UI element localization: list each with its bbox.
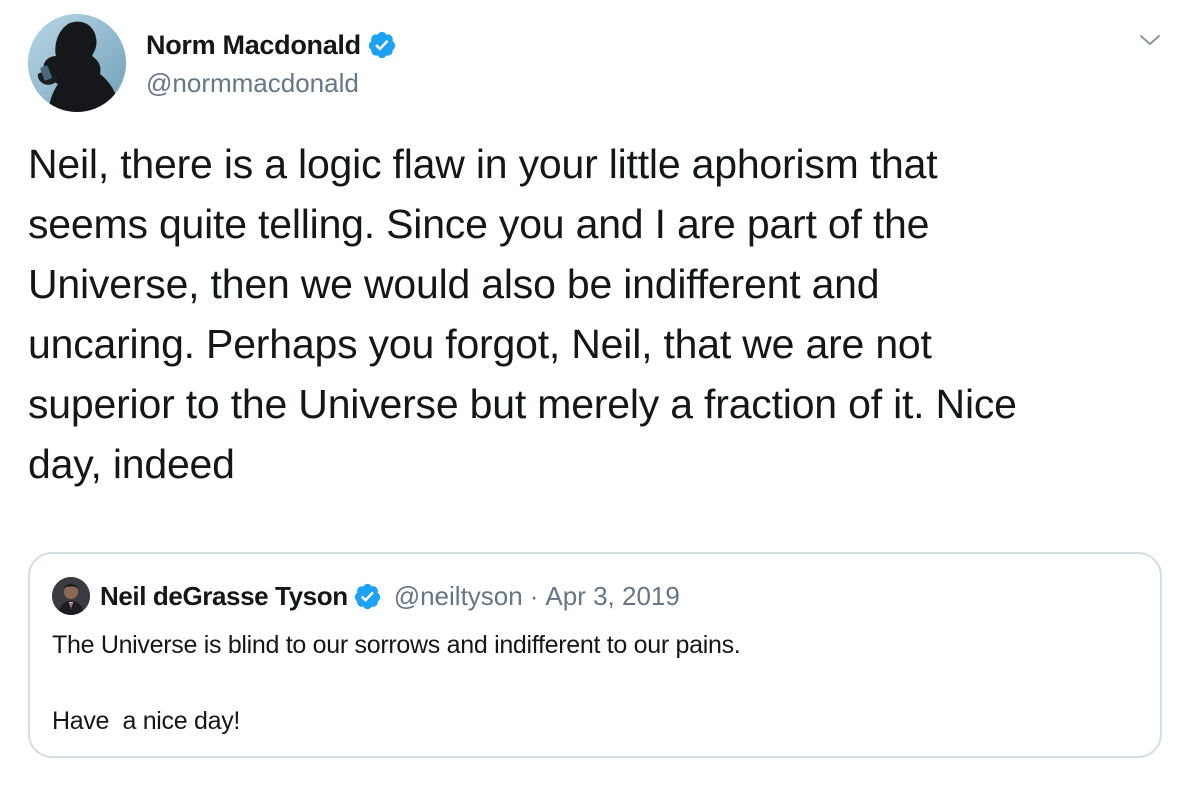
chevron-down-icon[interactable] [1138,28,1162,52]
person-silhouette-icon [28,14,126,112]
quoted-tweet-header: Neil deGrasse Tyson @neiltyson · Apr 3, … [52,577,680,615]
author-name-row: Norm Macdonald [146,28,397,62]
verified-badge-icon [354,583,380,609]
quoted-author-handle: @neiltyson [393,580,523,611]
quoted-tweet[interactable]: Neil deGrasse Tyson @neiltyson · Apr 3, … [28,552,1162,758]
quoted-tweet-date: Apr 3, 2019 [545,580,680,611]
author-display-name[interactable]: Norm Macdonald [146,30,361,61]
author-avatar[interactable] [28,14,126,112]
separator-dot: · [529,580,539,611]
verified-badge-icon [368,31,395,59]
author-handle[interactable]: @normmacdonald [146,68,359,99]
quoted-tweet-text: The Universe is blind to our sorrows and… [52,631,741,735]
quoted-author-avatar [52,577,90,615]
person-portrait-icon [52,577,90,615]
tweet-card: Norm Macdonald @normmacdonald Neil, ther… [0,0,1192,786]
tweet-text: Neil, there is a logic flaw in your litt… [28,141,1017,487]
quoted-author-name: Neil deGrasse Tyson [100,580,348,611]
